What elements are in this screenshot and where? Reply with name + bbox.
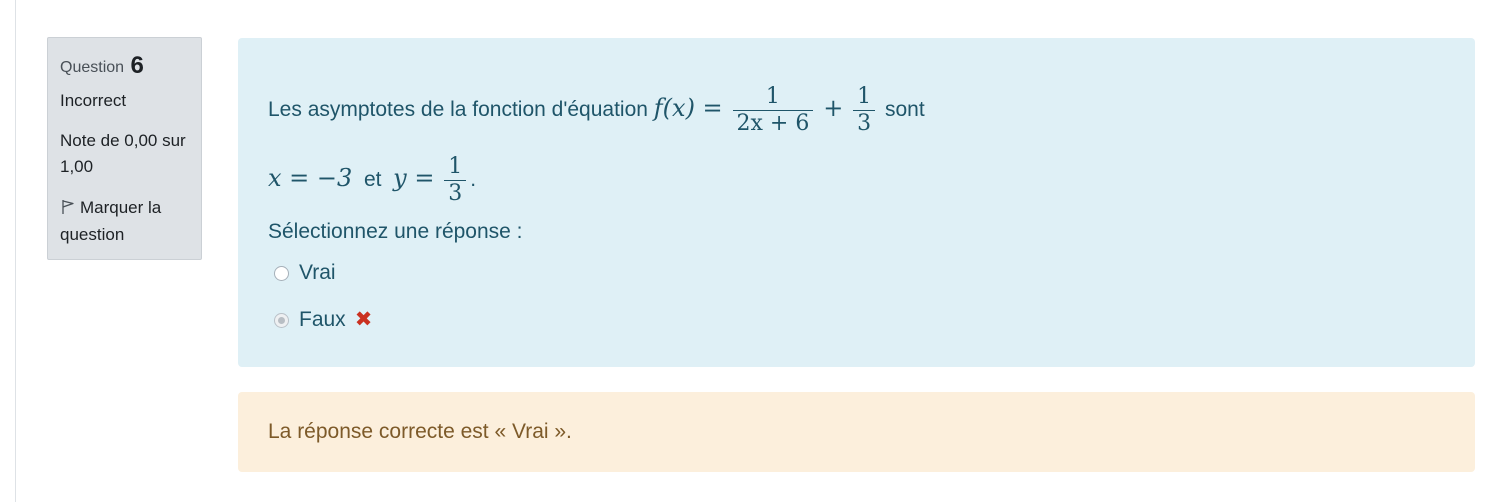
right-answer-text: La réponse correcte est « Vrai ». — [268, 420, 572, 443]
asymptote-x: x = −3 — [268, 164, 353, 193]
conjunction-text: et — [363, 168, 382, 192]
flag-outline-icon — [62, 200, 74, 214]
fraction-2-numerator: 1 — [857, 84, 872, 109]
answer-radio-vrai[interactable] — [274, 265, 289, 281]
fraction-3: 1 3 — [444, 154, 467, 207]
right-answer-feedback: La réponse correcte est « Vrai ». — [238, 392, 1475, 472]
question-grade: Note de 0,00 sur 1,00 — [60, 128, 189, 180]
fraction-2: 1 3 — [853, 84, 876, 137]
fraction-1: 1 2x + 6 — [732, 84, 814, 137]
fraction-1-denominator: 2x + 6 — [732, 110, 814, 137]
fraction-1-numerator: 1 — [765, 84, 780, 109]
fraction-2-denominator: 3 — [853, 110, 876, 137]
page-left-border — [15, 0, 16, 502]
answer-option-faux[interactable]: Faux ✖ — [274, 306, 372, 334]
flag-question-link[interactable]: Marquer la question — [60, 194, 189, 248]
function-lhs: f(x) = — [653, 94, 723, 123]
question-number-value: 6 — [130, 52, 144, 79]
question-info: Question 6 Incorrect Note de 0,00 sur 1,… — [47, 37, 202, 260]
flag-label-line-2: question — [60, 225, 125, 244]
question-number: Question 6 — [60, 52, 189, 80]
answer-prompt: Sélectionnez une réponse : — [268, 220, 523, 243]
answer-label-faux[interactable]: Faux — [299, 306, 346, 334]
asymptote-y-lhs: y = — [393, 164, 435, 193]
end-punctuation: . — [470, 168, 477, 192]
question-label: Question — [60, 59, 125, 76]
grade-line-2: 1,00 — [60, 157, 94, 176]
answer-radio-faux[interactable] — [274, 312, 289, 328]
question-formulation: Les asymptotes de la fonction d'équation… — [238, 38, 1475, 367]
flag-label-line-1: Marquer la — [80, 198, 162, 217]
question-line-2: x = −3 et y = 1 3 . — [268, 154, 476, 206]
fraction-3-denominator: 3 — [444, 180, 467, 207]
question-end-text: sont — [884, 98, 925, 122]
grade-line-1: Note de 0,00 sur — [60, 131, 186, 150]
question-intro-text: Les asymptotes de la fonction d'équation — [268, 98, 648, 122]
answer-option-vrai[interactable]: Vrai — [274, 259, 336, 287]
question-line-1: Les asymptotes de la fonction d'équation… — [268, 84, 925, 136]
answer-label-vrai[interactable]: Vrai — [299, 259, 336, 287]
question-state: Incorrect — [60, 91, 127, 110]
incorrect-cross-icon: ✖ — [354, 308, 373, 331]
plus-sign: + — [823, 94, 844, 123]
fraction-3-numerator: 1 — [448, 154, 463, 179]
